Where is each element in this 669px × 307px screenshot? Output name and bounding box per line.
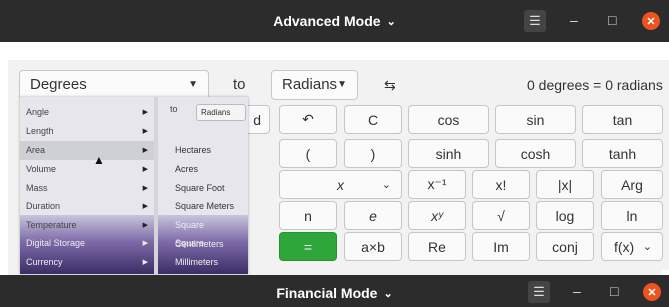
mode-selector[interactable]: Financial Mode ⌄ bbox=[0, 275, 669, 307]
inverse-key[interactable]: x⁻¹ bbox=[408, 170, 466, 199]
submenu-arrow-icon: ▶ bbox=[142, 185, 148, 192]
menu-item-volume[interactable]: Volume ▶ bbox=[20, 160, 154, 179]
menu-separator bbox=[154, 97, 158, 274]
title-bar-financial: Financial Mode ⌄ ☰ – □ ✕ bbox=[0, 275, 669, 307]
submenu-arrow-icon: ▶ bbox=[142, 109, 148, 116]
area-unit-square-millimeters[interactable]: Square Millimeters bbox=[160, 234, 248, 267]
close-paren-key[interactable]: ) bbox=[344, 139, 402, 168]
menu-item-currency[interactable]: Currency ▶ bbox=[20, 253, 154, 272]
chevron-down-icon: ⌄ bbox=[386, 16, 396, 29]
tan-key[interactable]: tan bbox=[582, 105, 663, 134]
imaginary-part-key[interactable]: Im bbox=[472, 232, 530, 261]
mode-title: Financial Mode bbox=[276, 285, 378, 301]
menu-to-unit-value: Radians bbox=[201, 108, 231, 117]
sqrt-key[interactable]: √ bbox=[472, 201, 530, 230]
maximize-icon[interactable]: □ bbox=[608, 12, 616, 28]
menu-item-label: Volume bbox=[26, 164, 57, 174]
from-unit-value: Degrees bbox=[30, 76, 87, 93]
conjugate-key[interactable]: conj bbox=[536, 232, 594, 261]
menu-item-label: Length bbox=[26, 126, 54, 136]
submenu-arrow-icon: ▶ bbox=[142, 128, 148, 135]
cosh-key[interactable]: cosh bbox=[495, 139, 576, 168]
menu-item-label: Area bbox=[26, 145, 46, 155]
factorial-key[interactable]: x! bbox=[472, 170, 530, 199]
sin-key[interactable]: sin bbox=[495, 105, 576, 134]
submenu-arrow-icon: ▶ bbox=[142, 240, 148, 247]
open-paren-key[interactable]: ( bbox=[279, 139, 337, 168]
undo-key[interactable]: ↶ bbox=[279, 105, 337, 134]
menu-item-label: Digital Storage bbox=[26, 238, 86, 248]
minimize-icon[interactable]: – bbox=[573, 283, 581, 299]
factorize-key[interactable]: a×b bbox=[344, 232, 402, 261]
area-unit-hectares[interactable]: Hectares bbox=[160, 141, 248, 160]
real-part-key[interactable]: Re bbox=[408, 232, 466, 261]
sinh-key[interactable]: sinh bbox=[408, 139, 489, 168]
equals-key[interactable]: = bbox=[279, 232, 337, 261]
cos-key[interactable]: cos bbox=[408, 105, 489, 134]
swap-units-icon[interactable]: ⇆ bbox=[384, 70, 396, 100]
area-unit-acres[interactable]: Acres bbox=[160, 160, 248, 179]
menu-item-area[interactable]: Area ▶ bbox=[20, 141, 154, 160]
area-unit-square-centimeters[interactable]: Square Centimeters bbox=[160, 216, 248, 249]
caret-down-icon: ▼ bbox=[337, 79, 347, 90]
tanh-key[interactable]: tanh bbox=[582, 139, 663, 168]
ln-key[interactable]: ln bbox=[601, 201, 663, 230]
menu-item-mass[interactable]: Mass ▶ bbox=[20, 179, 154, 198]
close-icon[interactable]: ✕ bbox=[643, 283, 661, 301]
arg-key[interactable]: Arg bbox=[601, 170, 663, 199]
clear-key[interactable]: C bbox=[344, 105, 402, 134]
menu-item-label: Temperature bbox=[26, 220, 77, 230]
conversion-result: 0 degrees = 0 radians bbox=[527, 77, 663, 93]
submenu-arrow-icon: ▶ bbox=[142, 166, 148, 173]
chevron-down-icon: ⌄ bbox=[381, 179, 391, 191]
submenu-arrow-icon: ▶ bbox=[142, 147, 148, 154]
menu-item-angle[interactable]: Angle ▶ bbox=[20, 103, 154, 122]
log-key[interactable]: log bbox=[536, 201, 594, 230]
minimize-icon[interactable]: – bbox=[570, 12, 578, 28]
menu-item-label: Mass bbox=[26, 183, 48, 193]
area-unit-square-meters[interactable]: Square Meters bbox=[160, 197, 248, 216]
e-key[interactable]: e bbox=[344, 201, 402, 230]
to-label: to bbox=[233, 76, 246, 93]
area-unit-square-foot[interactable]: Square Foot bbox=[160, 179, 248, 198]
title-bar-advanced: Advanced Mode ⌄ ☰ – □ ✕ bbox=[0, 0, 669, 42]
power-key[interactable]: xʸ bbox=[408, 201, 466, 230]
maximize-icon[interactable]: □ bbox=[610, 283, 618, 299]
close-icon[interactable]: ✕ bbox=[642, 12, 660, 30]
abs-key[interactable]: |x| bbox=[536, 170, 594, 199]
chevron-down-icon: ⌄ bbox=[383, 288, 393, 301]
function-key[interactable]: f(x) ⌄ bbox=[601, 232, 663, 261]
menu-item-duration[interactable]: Duration ▶ bbox=[20, 197, 154, 216]
hamburger-menu-icon[interactable]: ☰ bbox=[524, 10, 546, 32]
hamburger-menu-icon[interactable]: ☰ bbox=[528, 281, 550, 303]
mode-selector[interactable]: Advanced Mode ⌄ bbox=[0, 0, 669, 43]
to-unit-value: Radians bbox=[282, 76, 338, 93]
from-unit-combo[interactable]: Degrees ▼ bbox=[19, 70, 209, 100]
function-label: f(x) bbox=[614, 238, 635, 255]
menu-to-label: to bbox=[170, 104, 178, 114]
menu-item-label: Currency bbox=[26, 257, 63, 267]
variable-x-key[interactable]: x ⌄ bbox=[279, 170, 402, 199]
menu-item-label: Duration bbox=[26, 201, 61, 211]
n-key[interactable]: n bbox=[279, 201, 337, 230]
menu-item-label: Angle bbox=[26, 107, 50, 117]
menu-item-length[interactable]: Length ▶ bbox=[20, 122, 154, 141]
mouse-pointer-icon: ▲ bbox=[93, 153, 105, 167]
mode-title: Advanced Mode bbox=[273, 13, 381, 29]
menu-item-digital-storage[interactable]: Digital Storage ▶ bbox=[20, 234, 154, 253]
to-unit-combo[interactable]: Radians ▼ bbox=[271, 70, 358, 100]
submenu-arrow-icon: ▶ bbox=[142, 222, 148, 229]
submenu-arrow-icon: ▶ bbox=[142, 259, 148, 266]
submenu-arrow-icon: ▶ bbox=[142, 203, 148, 210]
menu-item-temperature[interactable]: Temperature ▶ bbox=[20, 216, 154, 235]
unit-category-menu: Angle ▶ Length ▶ Area ▶ Volume ▶ Mass ▶ Durat… bbox=[20, 97, 248, 274]
menu-to-unit-combo[interactable]: Radians bbox=[196, 104, 246, 121]
unit-converter-row: Degrees ▼ to Radians ▼ ⇆ 0 degrees = 0 r… bbox=[19, 70, 669, 100]
chevron-down-icon: ⌄ bbox=[642, 241, 652, 253]
caret-down-icon: ▼ bbox=[188, 79, 198, 90]
variable-x-label: x bbox=[337, 176, 344, 193]
